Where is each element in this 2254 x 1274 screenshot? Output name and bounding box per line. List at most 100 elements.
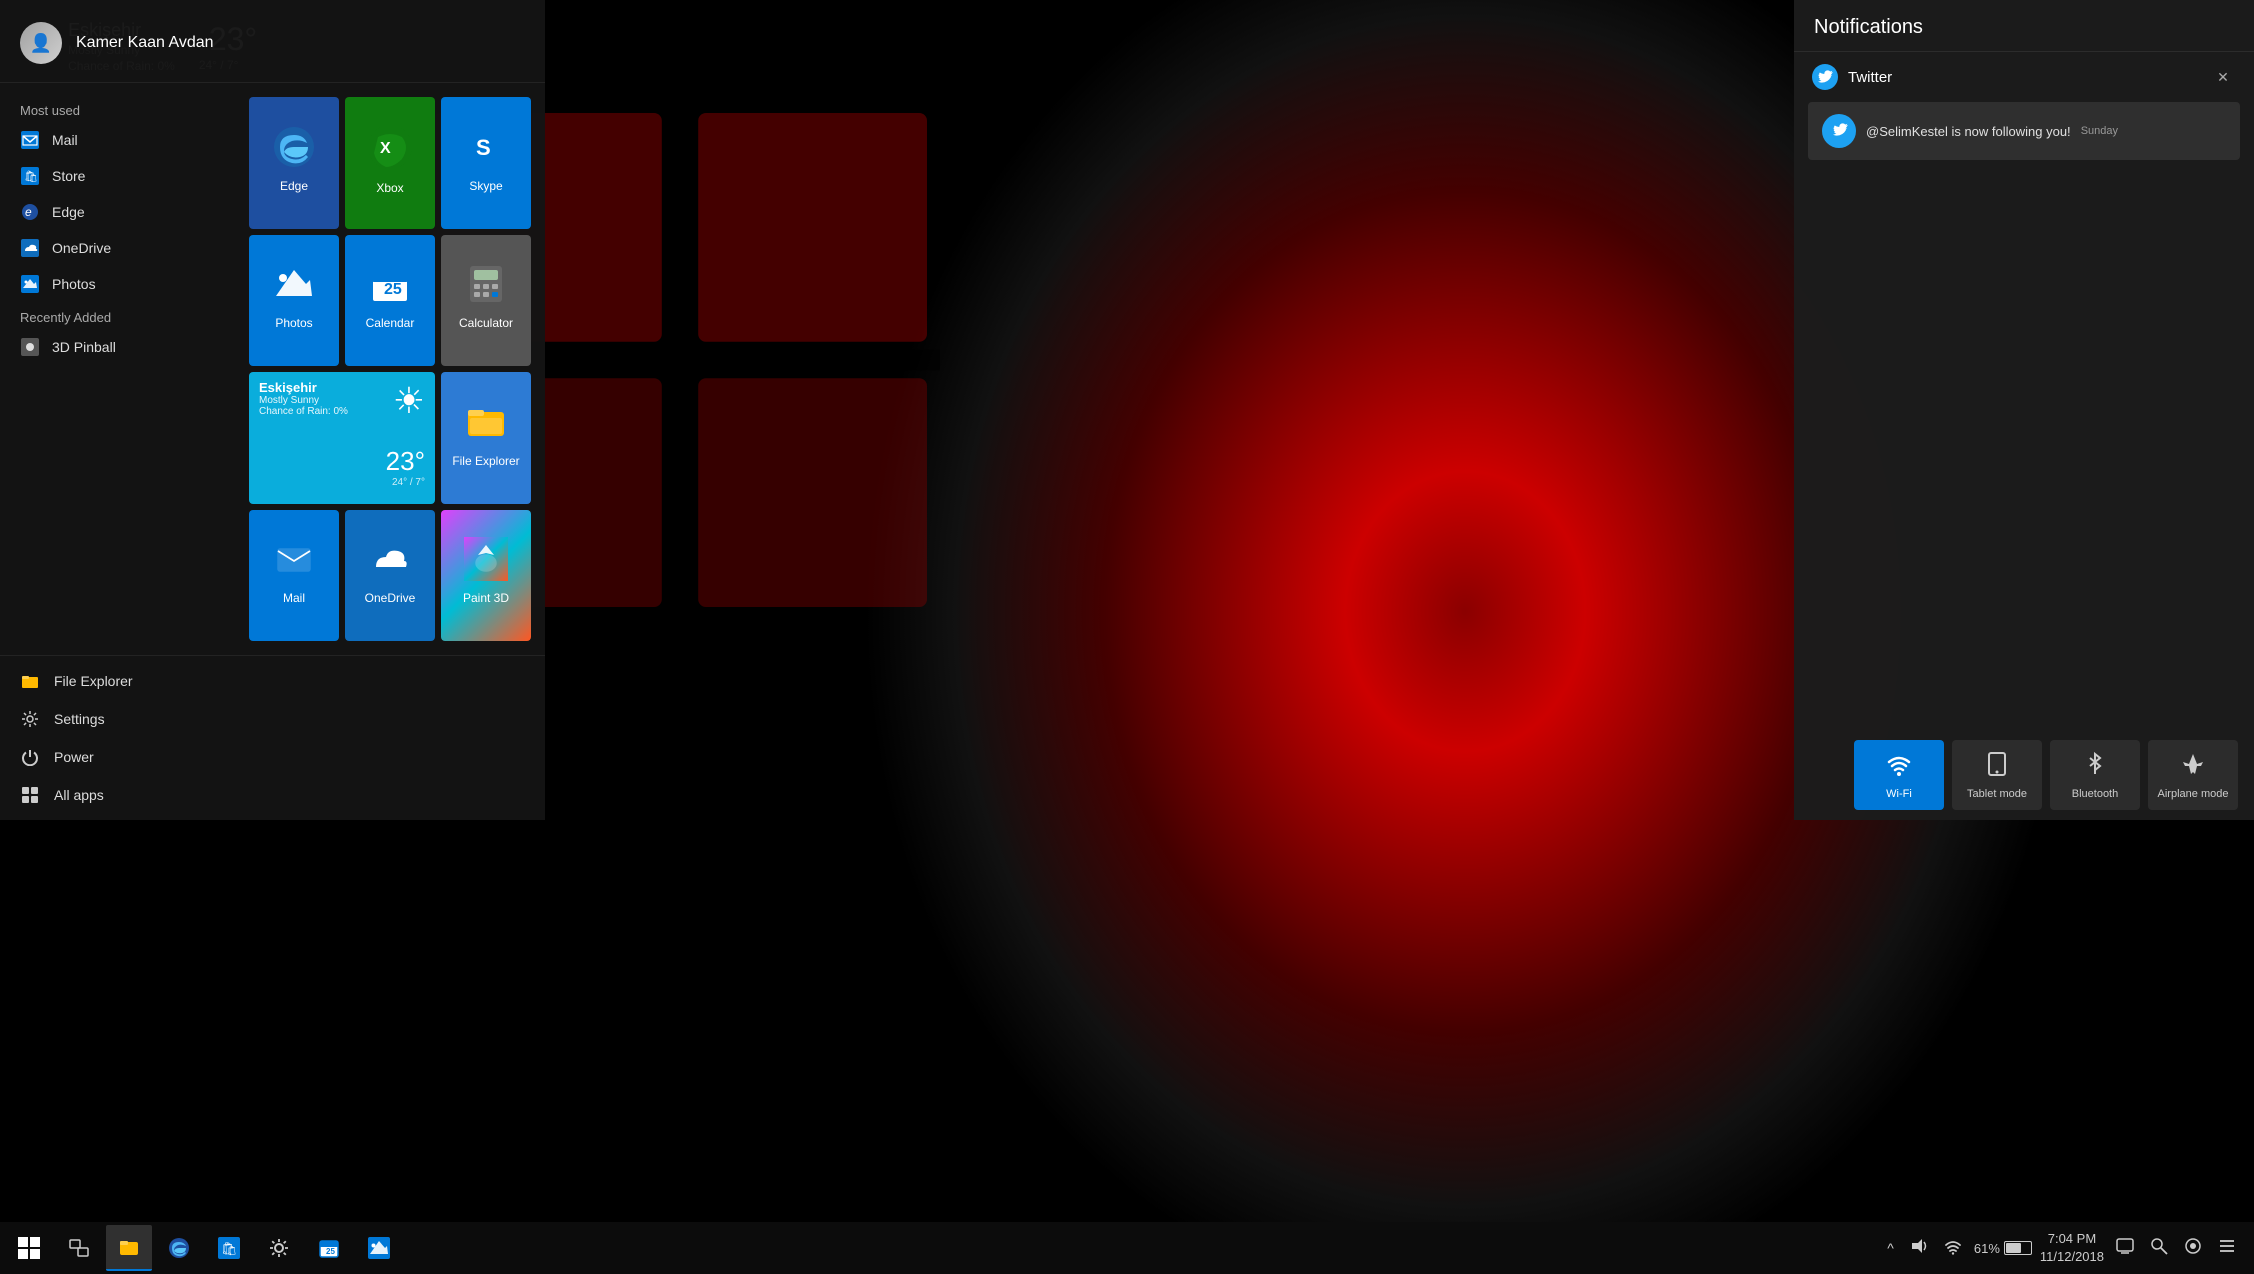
search-tray-icon[interactable]: [2146, 1233, 2172, 1264]
tile-weather-range: 24° / 7°: [386, 477, 425, 488]
edge-icon: e: [20, 202, 40, 222]
all-apps-icon: [20, 785, 40, 805]
notif-app-name: Twitter: [1848, 69, 2200, 86]
onedrive-label: OneDrive: [52, 240, 111, 256]
start-bottom: File Explorer Settings Power All apps: [0, 655, 545, 820]
tile-edge[interactable]: Edge: [249, 97, 339, 229]
svg-text:🛍: 🛍: [24, 170, 38, 183]
tile-xbox-label: Xbox: [376, 181, 403, 195]
tb-settings[interactable]: [256, 1225, 302, 1271]
tile-xbox[interactable]: X Xbox: [345, 97, 435, 229]
wifi-tray-icon[interactable]: [1940, 1233, 1966, 1264]
twitter-app-icon: [1812, 64, 1838, 90]
more-options-icon[interactable]: [2214, 1233, 2240, 1264]
notif-close-button[interactable]: ✕: [2210, 64, 2236, 90]
svg-text:X: X: [380, 140, 391, 157]
sidebar-item-onedrive[interactable]: OneDrive: [0, 230, 235, 266]
tile-photos[interactable]: Photos: [249, 235, 339, 367]
tile-calculator[interactable]: Calculator: [441, 235, 531, 367]
tile-weather-temp: 23°: [386, 446, 425, 477]
tile-photos-label: Photos: [275, 316, 312, 330]
taskbar: 🛍 25 ^ 61% 7:04 PM: [0, 1222, 2254, 1274]
tile-onedrive[interactable]: OneDrive: [345, 510, 435, 642]
svg-text:S: S: [476, 135, 491, 160]
start-content: Most used Mail 🛍 Store e Edge: [0, 83, 545, 655]
avatar: 👤: [20, 22, 62, 64]
pinball-icon: [20, 337, 40, 357]
tile-mail[interactable]: Mail: [249, 510, 339, 642]
virtual-desktop-icon[interactable]: [2112, 1233, 2138, 1264]
notif-app-row: Twitter ✕: [1794, 52, 2254, 98]
settings-icon: [20, 709, 40, 729]
tile-fileexplorer[interactable]: File Explorer: [441, 372, 531, 504]
svg-text:🛍: 🛍: [221, 1241, 238, 1256]
tb-photos[interactable]: [356, 1225, 402, 1271]
sidebar-item-photos[interactable]: Photos: [0, 266, 235, 302]
tile-calendar[interactable]: 25 Calendar: [345, 235, 435, 367]
tb-calendar[interactable]: 25: [306, 1225, 352, 1271]
date-display: 11/12/2018: [2040, 1248, 2104, 1266]
app-list: Most used Mail 🛍 Store e Edge: [0, 83, 235, 655]
store-icon: 🛍: [20, 166, 40, 186]
qs-wifi[interactable]: Wi-Fi: [1854, 740, 1944, 810]
qs-bluetooth-label: Bluetooth: [2072, 788, 2118, 800]
qs-airplane[interactable]: Airplane mode: [2148, 740, 2238, 810]
tile-weather-desc: Mostly Sunny: [259, 395, 348, 406]
notif-time: Sunday: [2081, 125, 2118, 137]
battery-area: 61%: [1974, 1241, 2032, 1256]
edge-label: Edge: [52, 204, 85, 220]
tile-skype[interactable]: S Skype: [441, 97, 531, 229]
wifi-icon: [1885, 750, 1913, 784]
notif-text: @SelimKestel is now following you!: [1866, 124, 2071, 139]
notifications-header: Notifications: [1794, 0, 2254, 52]
photos-icon-small: [20, 274, 40, 294]
qs-tablet-label: Tablet mode: [1967, 788, 2027, 800]
file-explorer-icon: [20, 671, 40, 691]
tile-fileexplorer-label: File Explorer: [452, 454, 519, 468]
bottom-item-all-apps[interactable]: All apps: [0, 776, 545, 814]
bottom-item-power[interactable]: Power: [0, 738, 545, 776]
svg-text:e: e: [25, 205, 32, 219]
notif-card[interactable]: @SelimKestel is now following you! Sunda…: [1808, 102, 2240, 160]
svg-text:25: 25: [326, 1247, 335, 1256]
taskbar-right: ^ 61% 7:04 PM 11/12/2018: [1883, 1230, 2248, 1266]
tile-weather[interactable]: Eskişehir Mostly Sunny Chance of Rain: 0…: [249, 372, 435, 504]
tile-paint3d-label: Paint 3D: [463, 591, 509, 605]
volume-icon[interactable]: [1906, 1233, 1932, 1264]
taskview-button[interactable]: [56, 1225, 102, 1271]
photos-label: Photos: [52, 276, 96, 292]
tb-store[interactable]: 🛍: [206, 1225, 252, 1271]
start-button[interactable]: [6, 1225, 52, 1271]
tile-weather-city: Eskişehir: [259, 380, 348, 395]
tb-edge[interactable]: [156, 1225, 202, 1271]
tile-calendar-label: Calendar: [366, 316, 415, 330]
tile-onedrive-label: OneDrive: [365, 591, 416, 605]
sidebar-item-edge[interactable]: e Edge: [0, 194, 235, 230]
sidebar-item-3dpinball[interactable]: 3D Pinball: [0, 329, 235, 365]
user-profile[interactable]: 👤 Kamer Kaan Avdan: [0, 0, 545, 83]
time-area[interactable]: 7:04 PM 11/12/2018: [2040, 1230, 2104, 1266]
time-display: 7:04 PM: [2040, 1230, 2104, 1248]
notification-panel: Notifications Twitter ✕ @SelimKestel is …: [1794, 0, 2254, 820]
tiles-panel: Edge X Xbox S Skype Photos: [235, 83, 545, 655]
bottom-item-settings[interactable]: Settings: [0, 700, 545, 738]
power-bottom-label: Power: [54, 749, 94, 765]
username: Kamer Kaan Avdan: [76, 34, 214, 52]
sidebar-item-mail[interactable]: Mail: [0, 122, 235, 158]
tb-file-explorer[interactable]: [106, 1225, 152, 1271]
pinball-label: 3D Pinball: [52, 339, 116, 355]
qs-tablet-mode[interactable]: Tablet mode: [1952, 740, 2042, 810]
airplane-icon: [2179, 750, 2207, 784]
tile-paint3d[interactable]: Paint 3D: [441, 510, 531, 642]
start-menu: 👤 Kamer Kaan Avdan Most used Mail 🛍 Stor…: [0, 0, 545, 820]
tablet-mode-icon: [1983, 750, 2011, 784]
cortana-icon[interactable]: [2180, 1233, 2206, 1264]
bottom-item-file-explorer[interactable]: File Explorer: [0, 662, 545, 700]
tile-weather-chance: Chance of Rain: 0%: [259, 406, 348, 417]
qs-airplane-label: Airplane mode: [2158, 788, 2229, 800]
qs-wifi-label: Wi-Fi: [1886, 788, 1912, 800]
sidebar-item-store[interactable]: 🛍 Store: [0, 158, 235, 194]
onedrive-icon: [20, 238, 40, 258]
qs-bluetooth[interactable]: Bluetooth: [2050, 740, 2140, 810]
tray-expand-button[interactable]: ^: [1883, 1236, 1898, 1260]
